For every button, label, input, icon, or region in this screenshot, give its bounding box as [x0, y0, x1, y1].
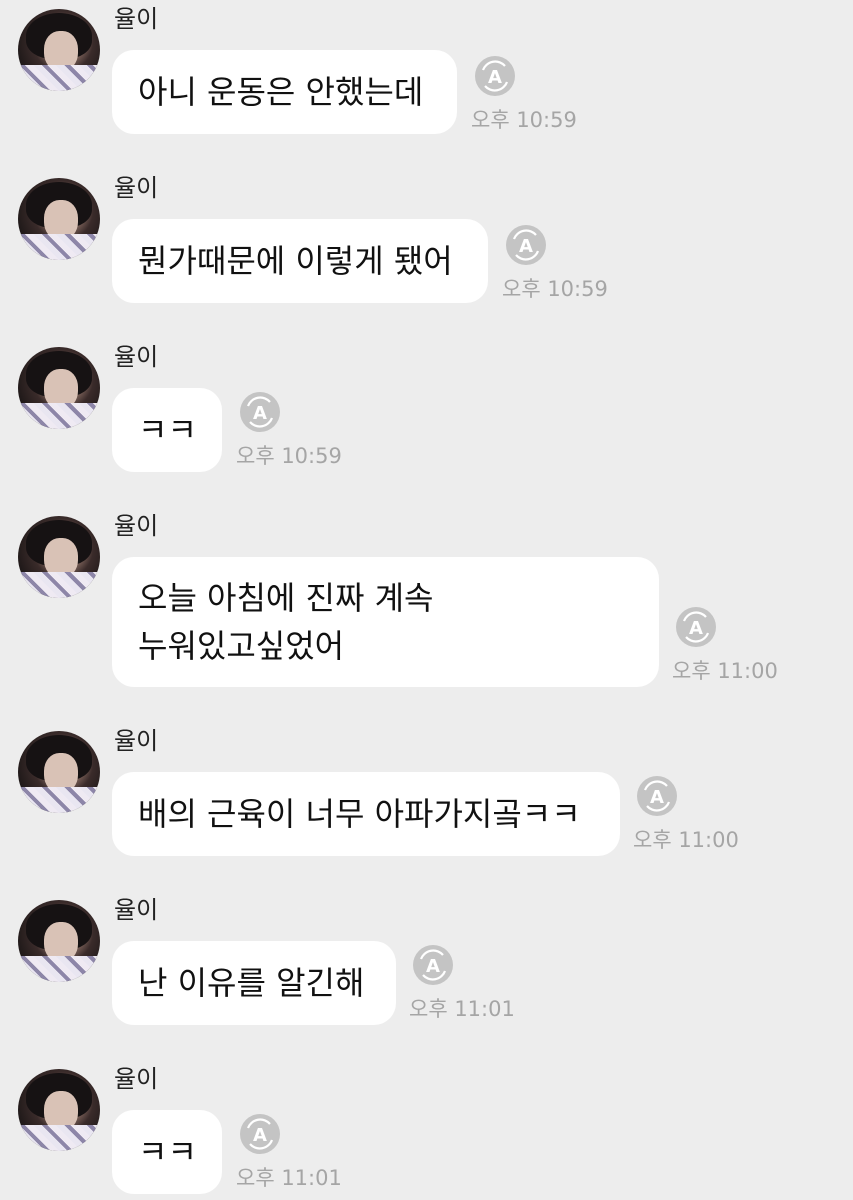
message-bubble[interactable]: 배의 근육이 너무 아파가지곸ㅋㅋ — [112, 772, 620, 856]
message-meta: A 오후 11:01 — [409, 943, 519, 1023]
auto-translate-icon[interactable]: A — [635, 774, 679, 818]
message-text: 아니 운동은 안했는데 — [138, 73, 424, 111]
sender-name: 율이 — [114, 512, 159, 540]
auto-translate-icon[interactable]: A — [238, 390, 282, 434]
message-item: 율이 배의 근육이 너무 아파가지곸ㅋㅋ A 오후 11:00 — [0, 722, 853, 882]
svg-text:A: A — [426, 956, 440, 977]
auto-translate-icon[interactable]: A — [411, 943, 455, 987]
message-bubble[interactable]: 오늘 아침에 진짜 계속 누워있고싶었어 — [112, 557, 659, 687]
message-time: 오후 11:01 — [409, 997, 515, 1021]
svg-text:A: A — [650, 787, 664, 808]
avatar[interactable] — [18, 178, 100, 260]
avatar[interactable] — [18, 900, 100, 982]
message-item: 율이 아니 운동은 안했는데 A 오후 10:59 — [0, 0, 853, 160]
message-bubble[interactable]: ㅋㅋ — [112, 1110, 222, 1194]
message-meta: A 오후 10:59 — [236, 390, 346, 470]
avatar[interactable] — [18, 1069, 100, 1151]
auto-translate-icon[interactable]: A — [504, 223, 548, 267]
sender-name: 율이 — [114, 727, 159, 755]
message-time: 오후 10:59 — [502, 277, 608, 301]
message-meta: A 오후 11:00 — [672, 605, 782, 685]
message-item: 율이 ㅋㅋ A 오후 10:59 — [0, 338, 853, 498]
auto-translate-icon[interactable]: A — [238, 1112, 282, 1156]
message-bubble[interactable]: 뭔가때문에 이렇게 됐어 — [112, 219, 488, 303]
sender-name: 율이 — [114, 343, 159, 371]
message-meta: A 오후 11:00 — [633, 774, 743, 854]
avatar[interactable] — [18, 9, 100, 91]
message-meta: A 오후 10:59 — [502, 223, 612, 303]
avatar[interactable] — [18, 731, 100, 813]
chat-thread[interactable]: 율이 아니 운동은 안했는데 A 오후 10:59 율이 뭔가때문에 이렇게 됐… — [0, 0, 853, 1200]
message-bubble[interactable]: ㅋㅋ — [112, 388, 222, 472]
svg-text:A: A — [519, 236, 533, 257]
auto-translate-icon[interactable]: A — [674, 605, 718, 649]
message-time: 오후 11:01 — [236, 1166, 342, 1190]
message-item: 율이 난 이유를 알긴해 A 오후 11:01 — [0, 891, 853, 1051]
message-text-line: 누워있고싶었어 — [138, 627, 345, 665]
message-meta: A 오후 10:59 — [471, 54, 581, 134]
svg-text:A: A — [689, 618, 703, 639]
sender-name: 율이 — [114, 174, 159, 202]
message-time: 오후 11:00 — [672, 659, 778, 683]
sender-name: 율이 — [114, 5, 159, 33]
message-bubble[interactable]: 아니 운동은 안했는데 — [112, 50, 457, 134]
message-text: 배의 근육이 너무 아파가지곸ㅋㅋ — [138, 795, 581, 833]
avatar[interactable] — [18, 347, 100, 429]
message-text-line: 오늘 아침에 진짜 계속 — [138, 579, 434, 617]
svg-text:A: A — [253, 1125, 267, 1146]
sender-name: 율이 — [114, 896, 159, 924]
message-text: 난 이유를 알긴해 — [138, 964, 365, 1002]
message-item: 율이 오늘 아침에 진짜 계속 누워있고싶었어 A 오후 11:00 — [0, 507, 853, 707]
message-text: 뭔가때문에 이렇게 됐어 — [138, 242, 453, 280]
message-item: 율이 뭔가때문에 이렇게 됐어 A 오후 10:59 — [0, 169, 853, 329]
message-time: 오후 10:59 — [471, 108, 577, 132]
message-time: 오후 10:59 — [236, 444, 342, 468]
message-bubble[interactable]: 난 이유를 알긴해 — [112, 941, 396, 1025]
message-time: 오후 11:00 — [633, 828, 739, 852]
message-text: ㅋㅋ — [138, 1133, 197, 1171]
avatar[interactable] — [18, 516, 100, 598]
auto-translate-icon[interactable]: A — [473, 54, 517, 98]
sender-name: 율이 — [114, 1065, 159, 1093]
message-item: 율이 ㅋㅋ A 오후 11:01 — [0, 1060, 853, 1200]
message-text: ㅋㅋ — [138, 411, 197, 449]
svg-text:A: A — [253, 403, 267, 424]
message-meta: A 오후 11:01 — [236, 1112, 346, 1192]
svg-text:A: A — [488, 67, 502, 88]
